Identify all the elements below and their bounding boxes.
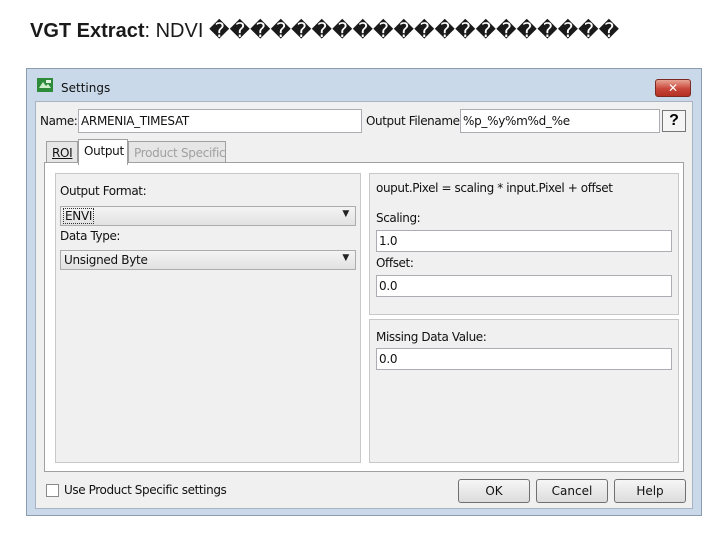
name-label: Name: <box>40 114 78 128</box>
tab-output[interactable]: Output <box>78 139 128 165</box>
slide-title-bold: VGT Extract <box>30 20 145 42</box>
use-product-specific-checkbox[interactable] <box>46 484 59 497</box>
ok-button[interactable]: OK <box>458 479 530 503</box>
missing-data-label: Missing Data Value: <box>376 330 487 344</box>
scaling-label: Scaling: <box>376 211 421 225</box>
offset-input[interactable]: 0.0 <box>376 275 672 297</box>
close-button[interactable]: ✕ <box>655 79 691 97</box>
missing-data-input[interactable]: 0.0 <box>376 348 672 370</box>
help-button[interactable]: Help <box>614 479 686 503</box>
filename-help-icon[interactable]: ? <box>662 110 686 132</box>
scaling-formula: ouput.Pixel = scaling * input.Pixel + of… <box>376 181 613 195</box>
offset-label: Offset: <box>376 256 414 270</box>
output-format-select[interactable]: ENVI ▼ <box>60 206 356 226</box>
dialog-title: Settings <box>61 81 111 95</box>
slide-title-rest: : NDVI �������������������� <box>144 20 620 42</box>
dropdown-arrow-icon: ▼ <box>342 253 349 263</box>
name-input[interactable]: ARMENIA_TIMESAT <box>78 109 362 133</box>
scaling-group: ouput.Pixel = scaling * input.Pixel + of… <box>369 173 679 315</box>
tab-roi-label: ROI <box>52 146 73 160</box>
use-product-specific-label: Use Product Specific settings <box>64 483 227 497</box>
data-type-label: Data Type: <box>60 229 121 243</box>
output-filename-input[interactable]: %p_%y%m%d_%e <box>460 109 660 133</box>
missing-data-group: Missing Data Value: 0.0 <box>369 319 679 463</box>
output-format-value: ENVI <box>62 208 95 224</box>
app-icon <box>37 78 53 92</box>
output-filename-label: Output Filename: <box>366 114 464 128</box>
dropdown-arrow-icon: ▼ <box>342 209 349 219</box>
data-type-select[interactable]: Unsigned Byte ▼ <box>60 250 356 270</box>
dialog-client: Name: ARMENIA_TIMESAT Output Filename: %… <box>35 101 693 509</box>
close-icon: ✕ <box>667 81 679 95</box>
output-format-group: Output Format: ENVI ▼ Data Type: Unsigne… <box>55 173 361 463</box>
scaling-input[interactable]: 1.0 <box>376 230 672 252</box>
question-mark-icon: ? <box>669 112 679 129</box>
settings-dialog: Settings ✕ Name: ARMENIA_TIMESAT Output … <box>26 68 702 516</box>
output-tab-panel: Output Format: ENVI ▼ Data Type: Unsigne… <box>44 162 684 472</box>
output-format-label: Output Format: <box>60 184 147 198</box>
dialog-titlebar[interactable]: Settings ✕ <box>27 69 701 101</box>
cancel-button[interactable]: Cancel <box>536 479 608 503</box>
tab-output-label: Output <box>84 144 124 158</box>
tab-roi[interactable]: ROI <box>46 141 78 163</box>
slide-title: VGT Extract: NDVI �������������������� <box>30 18 619 43</box>
tab-product-specific: Product Specific <box>128 141 226 163</box>
tab-product-specific-label: Product Specific <box>134 146 226 160</box>
data-type-value: Unsigned Byte <box>64 253 148 267</box>
